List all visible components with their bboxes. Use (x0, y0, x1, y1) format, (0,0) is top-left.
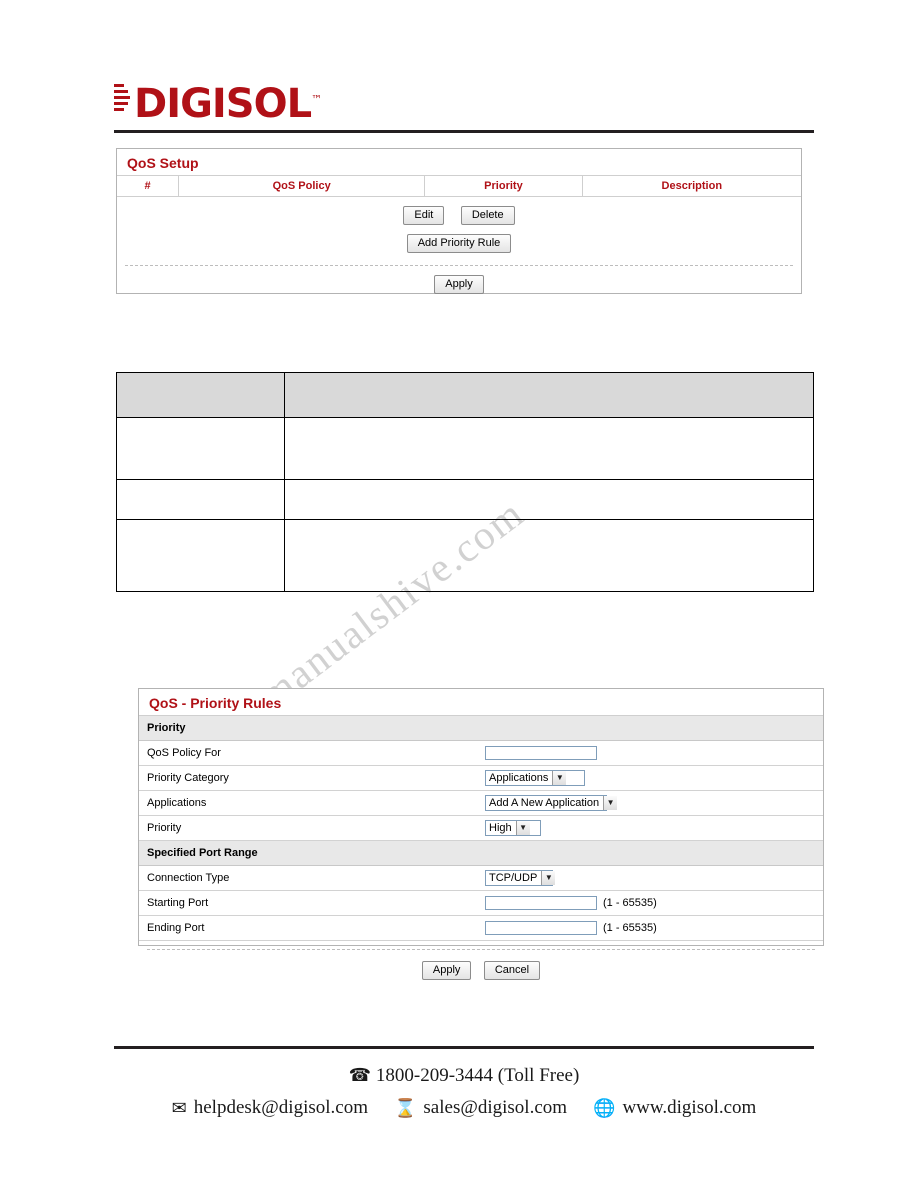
connection-type-value: TCP/UDP (489, 872, 538, 884)
form-row-starting-port: Starting Port (1 - 65535) (139, 890, 823, 916)
ending-port-hint: (1 - 65535) (603, 921, 657, 934)
form-row-priority: Priority High ▼ (139, 815, 823, 841)
qos-setup-panel: QoS Setup # QoS Policy Priority Descript… (116, 148, 802, 294)
edit-button[interactable]: Edit (403, 206, 445, 225)
table-row (116, 519, 814, 592)
qos-priority-rules-panel: QoS - Priority Rules Priority QoS Policy… (138, 688, 824, 980)
column-header-description: Description (582, 176, 801, 197)
desc-cell-field (116, 479, 285, 520)
table-header-row: # QoS Policy Priority Description (117, 176, 801, 197)
globe-icon: 🌐 (593, 1097, 616, 1119)
delete-button[interactable]: Delete (460, 206, 515, 225)
priority-value: High (489, 822, 512, 834)
brand-name: DIGISOL (134, 81, 312, 128)
hourglass-icon: ⌛ (393, 1097, 417, 1119)
priority-rules-form: Priority QoS Policy For Priority Categor… (139, 716, 823, 941)
label-qos-policy-for: QoS Policy For (139, 740, 481, 766)
qos-policy-table: # QoS Policy Priority Description (117, 176, 801, 197)
qos-rules-cancel-button[interactable]: Cancel (483, 961, 541, 980)
desc-header-field (116, 372, 285, 418)
section-header-priority: Priority (139, 716, 823, 741)
chevron-down-icon[interactable]: ▼ (552, 771, 567, 785)
desc-cell-field (116, 417, 285, 480)
qos-rules-title: QoS - Priority Rules (139, 689, 823, 716)
apply-button-row: Apply (117, 266, 801, 294)
desc-cell-text (284, 417, 814, 480)
field-priority: High ▼ (481, 815, 823, 841)
desc-cell-field (116, 519, 285, 592)
phone-icon: ☎ (348, 1065, 372, 1086)
field-qos-policy-for (481, 740, 823, 766)
form-row-connection-type: Connection Type TCP/UDP ▼ (139, 865, 823, 891)
form-row-qos-policy-for: QoS Policy For (139, 740, 823, 766)
form-row-priority-category: Priority Category Applications ▼ (139, 765, 823, 791)
ending-port-input[interactable] (485, 921, 597, 935)
footer-sales-text: sales@digisol.com (423, 1097, 568, 1118)
qos-rules-button-row: Apply Cancel (139, 950, 823, 980)
footer-phone-line: ☎ 1800-209-3444 (Toll Free) (114, 1065, 814, 1087)
column-header-index: # (117, 176, 180, 197)
envelope-icon: ✉ (171, 1097, 187, 1119)
brand-logo: DIGISOL™ (114, 80, 322, 128)
section-label-port-range: Specified Port Range (139, 840, 823, 866)
starting-port-hint: (1 - 65535) (603, 896, 657, 909)
footer-web-item: 🌐 www.digisol.com (593, 1097, 756, 1119)
footer-phone-text: 1800-209-3444 (Toll Free) (375, 1065, 580, 1086)
footer-web-text: www.digisol.com (622, 1097, 757, 1118)
footer-sales-item: ⌛ sales@digisol.com (394, 1097, 567, 1119)
add-priority-rule-button[interactable]: Add Priority Rule (406, 234, 512, 253)
footer-email-text: helpdesk@digisol.com (193, 1097, 368, 1118)
label-applications: Applications (139, 790, 481, 816)
chevron-down-icon[interactable]: ▼ (603, 796, 618, 810)
desc-header-description (284, 372, 814, 418)
label-connection-type: Connection Type (139, 865, 481, 891)
field-priority-category: Applications ▼ (481, 765, 823, 791)
qos-setup-title: QoS Setup (117, 149, 801, 176)
column-header-priority: Priority (424, 176, 583, 197)
field-connection-type: TCP/UDP ▼ (481, 865, 823, 891)
field-ending-port: (1 - 65535) (481, 915, 823, 941)
label-ending-port: Ending Port (139, 915, 481, 941)
header-divider (114, 130, 814, 133)
table-row (116, 479, 814, 520)
desc-cell-text (284, 479, 814, 520)
desc-cell-text (284, 519, 814, 592)
qos-policy-for-input[interactable] (485, 746, 597, 760)
table-row (116, 372, 814, 418)
connection-type-select[interactable]: TCP/UDP ▼ (485, 870, 556, 886)
priority-category-select[interactable]: Applications ▼ (485, 770, 585, 786)
field-description-table (116, 372, 814, 592)
table-row (116, 417, 814, 480)
form-row-applications: Applications Add A New Application ▼ (139, 790, 823, 816)
qos-rules-apply-button[interactable]: Apply (421, 961, 472, 980)
brand-logo-text: DIGISOL™ (114, 80, 322, 128)
qos-setup-apply-button[interactable]: Apply (434, 275, 484, 294)
applications-select[interactable]: Add A New Application ▼ (485, 795, 618, 811)
chevron-down-icon[interactable]: ▼ (541, 871, 556, 885)
starting-port-input[interactable] (485, 896, 597, 910)
section-header-port-range: Specified Port Range (139, 840, 823, 866)
form-row-ending-port: Ending Port (1 - 65535) (139, 915, 823, 941)
field-applications: Add A New Application ▼ (481, 790, 823, 816)
label-priority-category: Priority Category (139, 765, 481, 791)
column-header-qos-policy: QoS Policy (178, 176, 426, 197)
priority-select[interactable]: High ▼ (485, 820, 541, 836)
chevron-down-icon[interactable]: ▼ (515, 821, 530, 835)
applications-value: Add A New Application (489, 797, 600, 809)
label-starting-port: Starting Port (139, 890, 481, 916)
priority-category-value: Applications (489, 772, 549, 784)
add-rule-button-row: Add Priority Rule (117, 225, 801, 253)
field-starting-port: (1 - 65535) (481, 890, 823, 916)
brand-trademark-icon: ™ (311, 93, 322, 106)
logo-bars-icon (114, 84, 130, 116)
page-footer: ☎ 1800-209-3444 (Toll Free) ✉ helpdesk@d… (114, 1065, 814, 1119)
footer-email-item: ✉ helpdesk@digisol.com (172, 1097, 368, 1119)
edit-delete-button-row: Edit Delete (117, 197, 801, 225)
label-priority: Priority (139, 815, 481, 841)
section-label-priority: Priority (139, 716, 823, 741)
footer-contact-row: ✉ helpdesk@digisol.com ⌛ sales@digisol.c… (114, 1097, 814, 1119)
footer-divider (114, 1046, 814, 1049)
